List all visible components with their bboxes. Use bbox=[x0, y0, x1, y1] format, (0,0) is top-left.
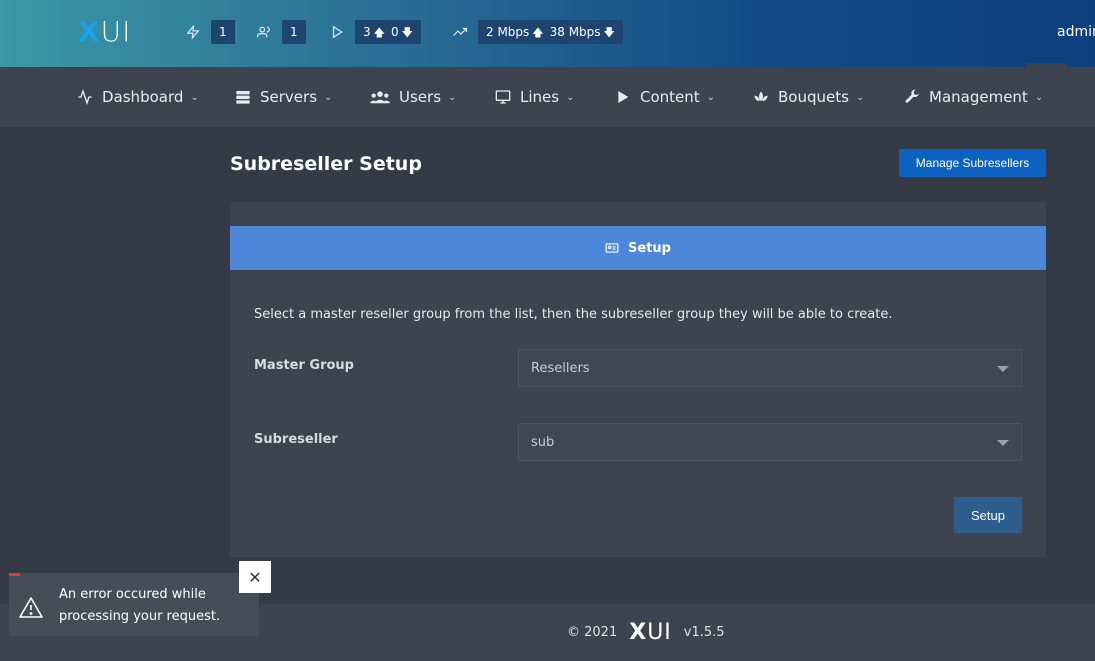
chevron-down-icon: ⌄ bbox=[1034, 91, 1044, 103]
close-icon[interactable]: ✕ bbox=[239, 561, 271, 593]
play-icon bbox=[329, 24, 345, 40]
bandwidth-stat[interactable]: 2 Mbps 🡅 38 Mbps 🡇 bbox=[452, 20, 623, 44]
nav-lines-label: Lines bbox=[520, 88, 560, 106]
chevron-down-icon: ⌄ bbox=[706, 91, 716, 103]
top-bar: XUI 1 1 3🡅0🡇 2 Mbps🡅38 Mbps🡇 admin bbox=[0, 0, 1095, 67]
copyright-text: © 2021 bbox=[567, 624, 618, 640]
nav-lines[interactable]: Lines ⌄ bbox=[494, 87, 574, 107]
page-title: Subreseller Setup bbox=[230, 153, 422, 175]
nav-management[interactable]: Management ⌄ bbox=[903, 87, 1043, 107]
chevron-down-icon: ⌄ bbox=[448, 91, 457, 103]
nav-dashboard-label: Dashboard bbox=[102, 88, 184, 106]
subreseller-select[interactable]: sub bbox=[518, 423, 1022, 461]
wrench-icon bbox=[903, 88, 921, 106]
main-nav: Dashboard ⌄ Servers ⌄ Users ⌄ Lines ⌄ Co… bbox=[0, 67, 1095, 127]
chevron-down-icon: ⌄ bbox=[855, 91, 865, 103]
app-logo[interactable]: XUI bbox=[78, 17, 131, 47]
setup-tab-label: Setup bbox=[628, 240, 671, 256]
arrow-up-icon: 🡅 bbox=[532, 26, 544, 39]
streams-up-value: 3 bbox=[363, 25, 371, 39]
subreseller-value: sub bbox=[531, 434, 555, 450]
streams-down-value: 0 bbox=[390, 25, 399, 39]
arrow-down-icon: 🡇 bbox=[401, 26, 413, 39]
users-icon bbox=[369, 88, 391, 106]
setup-tab[interactable]: Setup bbox=[230, 226, 1046, 270]
nav-bouquets[interactable]: Bouquets ⌄ bbox=[752, 87, 864, 107]
version-text: v1.5.5 bbox=[683, 624, 725, 640]
chevron-down-icon: ⌄ bbox=[190, 91, 199, 103]
play-icon bbox=[614, 88, 632, 106]
manage-subresellers-button[interactable]: Manage Subresellers bbox=[899, 149, 1046, 177]
toast-progress-bar bbox=[9, 573, 20, 576]
bandwidth-down-value: 38 Mbps bbox=[549, 25, 601, 39]
nav-content[interactable]: Content ⌄ bbox=[614, 87, 715, 107]
bolt-icon bbox=[185, 24, 201, 40]
nav-servers[interactable]: Servers ⌄ bbox=[234, 87, 332, 107]
nav-servers-label: Servers bbox=[260, 88, 318, 106]
nav-management-label: Management bbox=[929, 88, 1028, 106]
logo-ui: UI bbox=[100, 15, 132, 48]
footer-logo-x: X bbox=[629, 619, 648, 645]
nav-users-label: Users bbox=[399, 88, 442, 106]
master-group-label: Master Group bbox=[254, 358, 354, 373]
dropdown-caret-icon bbox=[997, 440, 1009, 446]
id-card-icon bbox=[605, 243, 619, 253]
warning-icon bbox=[19, 597, 43, 618]
connections-count: 1 bbox=[211, 20, 235, 44]
setup-description: Select a master reseller group from the … bbox=[254, 307, 893, 322]
users-icon bbox=[256, 24, 272, 40]
footer-logo: XUI bbox=[629, 620, 672, 645]
arrow-down-icon: 🡇 bbox=[603, 26, 615, 39]
master-group-select[interactable]: Resellers bbox=[518, 349, 1022, 387]
dropdown-caret-icon bbox=[997, 366, 1009, 372]
footer-content: © 2021 XUI v1.5.5 bbox=[567, 620, 725, 645]
subreseller-label: Subreseller bbox=[254, 432, 338, 447]
bandwidth-badge: 2 Mbps 🡅 38 Mbps 🡇 bbox=[478, 20, 623, 44]
trending-icon bbox=[452, 24, 468, 40]
arrow-up-icon: 🡅 bbox=[373, 26, 385, 39]
footer-logo-ui: UI bbox=[647, 619, 672, 645]
chevron-down-icon: ⌄ bbox=[324, 91, 333, 103]
server-icon bbox=[234, 88, 252, 106]
users-count: 1 bbox=[282, 20, 306, 44]
nav-bouquets-label: Bouquets bbox=[778, 88, 849, 106]
activity-icon bbox=[76, 88, 94, 106]
toast-message: An error occured while processing your r… bbox=[59, 587, 221, 624]
logo-x: X bbox=[78, 15, 101, 48]
master-group-value: Resellers bbox=[531, 360, 590, 376]
streams-stat[interactable]: 3 🡅 0 🡇 bbox=[329, 20, 421, 44]
nav-users[interactable]: Users ⌄ bbox=[369, 87, 456, 107]
monitor-icon bbox=[494, 88, 512, 106]
bandwidth-up-value: 2 Mbps bbox=[486, 25, 530, 39]
nav-content-label: Content bbox=[640, 88, 700, 106]
setup-submit-button[interactable]: Setup bbox=[954, 497, 1022, 533]
connections-stat[interactable]: 1 bbox=[185, 20, 235, 44]
nav-dashboard[interactable]: Dashboard ⌄ bbox=[76, 87, 199, 107]
streams-badge: 3 🡅 0 🡇 bbox=[355, 20, 421, 44]
chevron-down-icon: ⌄ bbox=[566, 91, 575, 103]
users-stat[interactable]: 1 bbox=[256, 20, 306, 44]
lotus-icon bbox=[752, 88, 770, 106]
user-menu[interactable]: admin bbox=[1057, 24, 1095, 40]
